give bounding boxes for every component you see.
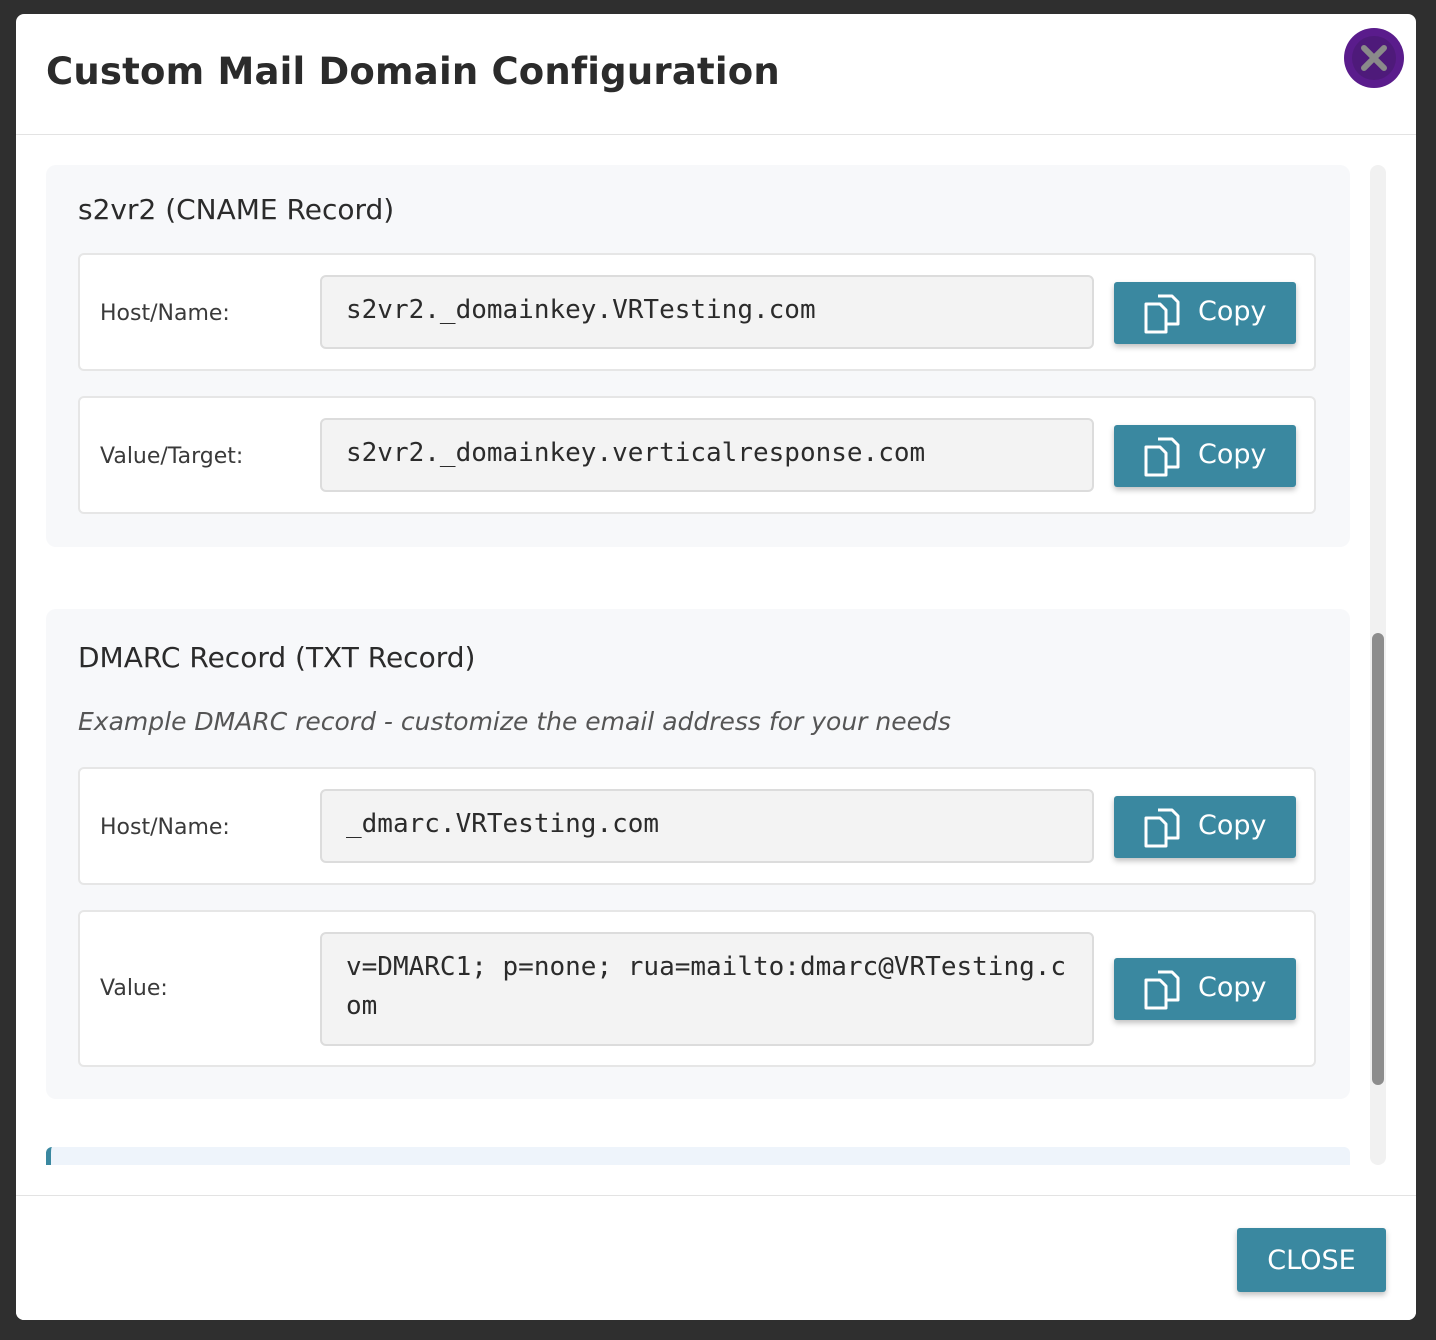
dmarc-record-section: DMARC Record (TXT Record) Example DMARC … [46, 609, 1350, 1099]
modal-title: Custom Mail Domain Configuration [46, 50, 780, 93]
field-label: Host/Name: [100, 301, 230, 326]
field-label: Value: [100, 976, 168, 1001]
dmarc-value-field[interactable]: v=DMARC1; p=none; rua=mailto:dmarc@VRTes… [320, 932, 1094, 1046]
host-name-row: Host/Name: s2vr2._domainkey.VRTesting.co… [78, 253, 1316, 371]
copy-icon [1144, 970, 1180, 1010]
field-label: Host/Name: [100, 815, 230, 840]
modal-body: s2vr2 (CNAME Record) Host/Name: s2vr2._d… [16, 165, 1416, 1165]
close-x-button[interactable] [1344, 28, 1404, 88]
copy-button-label: Copy [1198, 439, 1267, 470]
modal-footer: CLOSE [16, 1195, 1416, 1320]
value-target-row: Value/Target: s2vr2._domainkey.verticalr… [78, 396, 1316, 514]
copy-icon [1144, 294, 1180, 334]
modal-header: Custom Mail Domain Configuration [16, 14, 1416, 135]
close-button[interactable]: CLOSE [1237, 1228, 1386, 1292]
value-row: Value: v=DMARC1; p=none; rua=mailto:dmar… [78, 910, 1316, 1067]
section-title: DMARC Record (TXT Record) [78, 641, 476, 674]
copy-button[interactable]: Copy [1114, 796, 1296, 858]
close-x-icon [1352, 36, 1396, 80]
copy-button-label: Copy [1198, 810, 1267, 841]
copy-button[interactable]: Copy [1114, 282, 1296, 344]
host-name-row: Host/Name: _dmarc.VRTesting.com Copy [78, 767, 1316, 885]
cname-record-section: s2vr2 (CNAME Record) Host/Name: s2vr2._d… [46, 165, 1350, 547]
copy-button-label: Copy [1198, 296, 1267, 327]
field-label: Value/Target: [100, 444, 244, 469]
section-title: s2vr2 (CNAME Record) [78, 193, 395, 226]
info-callout [46, 1147, 1350, 1165]
copy-button-label: Copy [1198, 972, 1267, 1003]
scrollbar-thumb[interactable] [1372, 633, 1384, 1085]
copy-button[interactable]: Copy [1114, 958, 1296, 1020]
section-note: Example DMARC record - customize the ema… [78, 707, 951, 736]
host-name-value-field[interactable]: s2vr2._domainkey.VRTesting.com [320, 275, 1094, 349]
mail-domain-modal: Custom Mail Domain Configuration s2vr2 (… [16, 14, 1416, 1320]
copy-button[interactable]: Copy [1114, 425, 1296, 487]
value-target-value-field[interactable]: s2vr2._domainkey.verticalresponse.com [320, 418, 1094, 492]
copy-icon [1144, 437, 1180, 477]
host-name-value-field[interactable]: _dmarc.VRTesting.com [320, 789, 1094, 863]
copy-icon [1144, 808, 1180, 848]
